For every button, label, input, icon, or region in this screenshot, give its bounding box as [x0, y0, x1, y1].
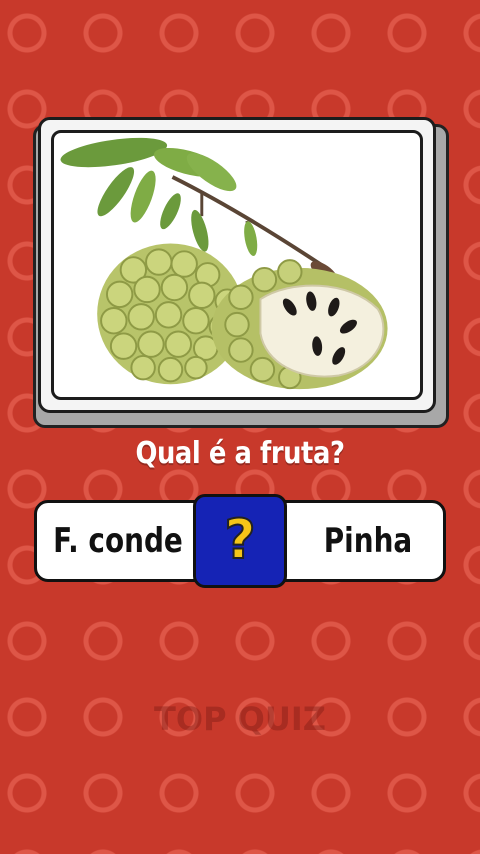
watermark: TOP QUIZ [154, 700, 326, 738]
option-right[interactable]: Pinha [290, 503, 446, 579]
sugar-apple-illustration [60, 137, 388, 390]
fruit-photo [51, 130, 423, 400]
option-left[interactable]: F. conde [40, 503, 196, 579]
mystery-box: ? [193, 494, 287, 588]
image-card [38, 117, 436, 413]
question-text: Qual é a fruta? [135, 436, 345, 471]
question-mark-icon: ? [223, 507, 256, 572]
